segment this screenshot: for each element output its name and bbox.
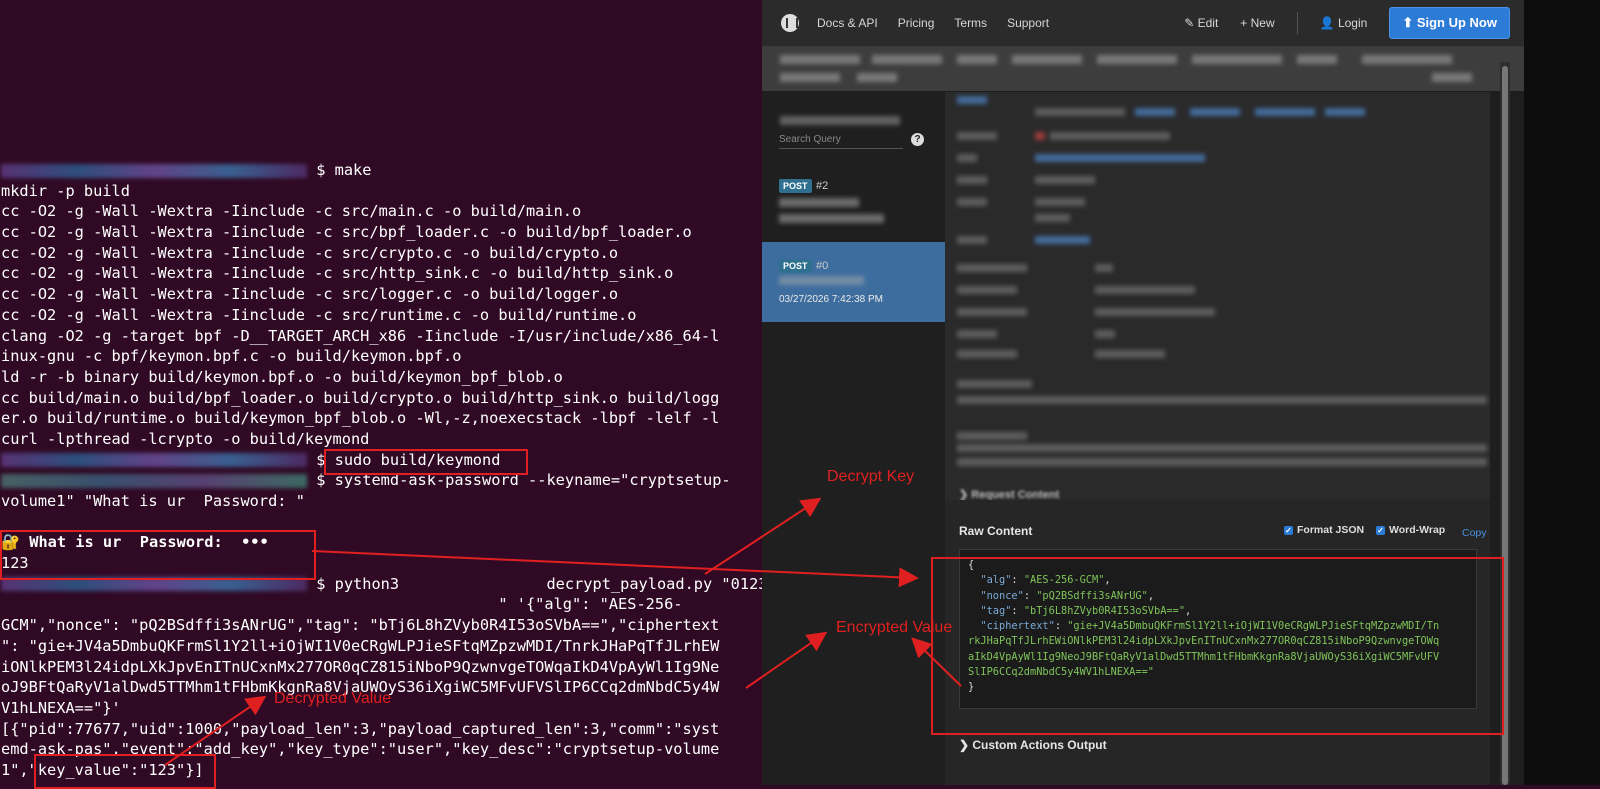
word-wrap-checkbox[interactable]: ✓ Word-Wrap bbox=[1376, 524, 1445, 536]
new-button[interactable]: + New bbox=[1240, 16, 1274, 30]
terminal-line: [{"pid":77677,"uid":1000,"payload_len":3… bbox=[1, 719, 720, 738]
blurred-prompt bbox=[1, 473, 307, 488]
terminal-line: er.o build/runtime.o build/keymon_bpf_bl… bbox=[1, 409, 720, 428]
blurred-prompt bbox=[1, 163, 307, 178]
terminal-line: volume1" "What is ur Password: " bbox=[1, 492, 305, 510]
blurred-sidebar-title bbox=[780, 116, 900, 125]
terminal-line: curl -lpthread -lcrypto -o build/keymond bbox=[1, 429, 370, 448]
terminal-line: mkdir -p build bbox=[1, 181, 130, 200]
request-item[interactable]: POST #2 bbox=[762, 172, 951, 234]
nav-docs-link[interactable]: Docs & API bbox=[817, 16, 878, 30]
terminal-line: " '{"alg": "AES-256- bbox=[1, 595, 683, 614]
highlight-password-prompt bbox=[0, 530, 316, 580]
signup-button[interactable]: ⬆ Sign Up Now bbox=[1389, 7, 1510, 39]
terminal-line: cc -O2 -g -Wall -Wextra -Iinclude -c src… bbox=[1, 223, 692, 242]
terminal-line: cc -O2 -g -Wall -Wextra -Iinclude -c src… bbox=[1, 264, 674, 283]
terminal-line: clang -O2 -g -target bpf -D__TARGET_ARCH… bbox=[1, 326, 720, 345]
desktop-background bbox=[1524, 0, 1600, 785]
request-id: #0 bbox=[815, 260, 829, 272]
encrypted-value-label: Encrypted Value bbox=[836, 619, 953, 636]
user-icon: 👤 bbox=[1319, 16, 1338, 30]
checkbox-checked-icon: ✓ bbox=[1284, 525, 1293, 535]
search-input[interactable]: Search Query bbox=[779, 134, 903, 149]
nav-support-link[interactable]: Support bbox=[1007, 16, 1049, 30]
decrypted-value-label: Decrypted Value bbox=[274, 690, 392, 707]
terminal-line: cc -O2 -g -Wall -Wextra -Iinclude -c src… bbox=[1, 285, 619, 304]
terminal-line: cc build/main.o build/bpf_loader.o build… bbox=[1, 388, 720, 407]
signup-icon: ⬆ bbox=[1402, 15, 1417, 30]
terminal-line: ": "gie+JV4a5DmbuQKFrmSl1Y2ll+iOjWI1V0eC… bbox=[1, 636, 720, 655]
raw-content-title: Raw Content bbox=[959, 524, 1033, 538]
terminal-line: $ make bbox=[1, 160, 761, 181]
blurred-url-bar bbox=[762, 47, 1524, 91]
edit-icon: ✎ bbox=[1184, 16, 1198, 30]
blurred-prompt bbox=[1, 453, 307, 468]
highlight-keymond-command bbox=[324, 449, 528, 475]
help-icon[interactable]: ? bbox=[911, 133, 924, 146]
terminal-line: iONlkPEM3l24idpLXkJpvEnITnUCxnMx277OR0qC… bbox=[1, 657, 720, 676]
format-json-checkbox[interactable]: ✓ Format JSON bbox=[1284, 524, 1364, 536]
edit-button[interactable]: ✎ Edit bbox=[1184, 16, 1218, 30]
blurred-request-details: ❯ Request Content bbox=[945, 92, 1490, 500]
chevron-down-icon: ❯ bbox=[959, 489, 972, 500]
terminal-line: GCM","nonce": "pQ2BSdffi3sANrUG","tag": … bbox=[1, 616, 720, 635]
terminal-line: inux-gnu -c bpf/keymon.bpf.c -o build/ke… bbox=[1, 347, 462, 366]
request-timestamp: 03/27/2026 7:42:38 PM bbox=[779, 294, 883, 305]
method-badge: POST bbox=[779, 179, 812, 193]
site-logo-icon[interactable] bbox=[781, 14, 799, 32]
request-item-active[interactable]: POST #0 03/27/2026 7:42:38 PM bbox=[762, 242, 951, 322]
nav-pricing-link[interactable]: Pricing bbox=[898, 16, 935, 30]
method-badge: POST bbox=[779, 259, 812, 273]
request-id: #2 bbox=[815, 180, 829, 192]
highlight-key-value bbox=[34, 754, 216, 789]
terminal-line: ld -r -b binary build/keymon.bpf.o -o bu… bbox=[1, 367, 563, 386]
terminal-line: cc -O2 -g -Wall -Wextra -Iinclude -c src… bbox=[1, 202, 582, 221]
checkbox-checked-icon: ✓ bbox=[1376, 525, 1385, 535]
terminal-line: cc -O2 -g -Wall -Wextra -Iinclude -c src… bbox=[1, 305, 637, 324]
highlight-raw-content bbox=[931, 557, 1504, 735]
request-content-header[interactable]: ❯ Request Content bbox=[959, 488, 1059, 500]
chevron-down-icon: ❯ bbox=[959, 738, 973, 752]
nav-terms-link[interactable]: Terms bbox=[954, 16, 987, 30]
nav-divider bbox=[1296, 12, 1298, 34]
request-sidebar: Search Query ? POST #2 POST #0 03/27/202… bbox=[762, 92, 951, 785]
terminal-line: cc -O2 -g -Wall -Wextra -Iinclude -c src… bbox=[1, 243, 619, 262]
copy-link[interactable]: Copy bbox=[1462, 527, 1487, 539]
plus-icon: + bbox=[1240, 16, 1251, 30]
terminal-window[interactable]: $ make mkdir -p build cc -O2 -g -Wall -Wex… bbox=[0, 0, 762, 785]
login-button[interactable]: 👤 Login bbox=[1320, 16, 1368, 30]
custom-actions-header[interactable]: ❯ Custom Actions Output bbox=[959, 738, 1107, 752]
top-navigation: Docs & API Pricing Terms Support ✎ Edit … bbox=[762, 0, 1524, 47]
decrypt-key-label: Decrypt Key bbox=[827, 468, 915, 485]
